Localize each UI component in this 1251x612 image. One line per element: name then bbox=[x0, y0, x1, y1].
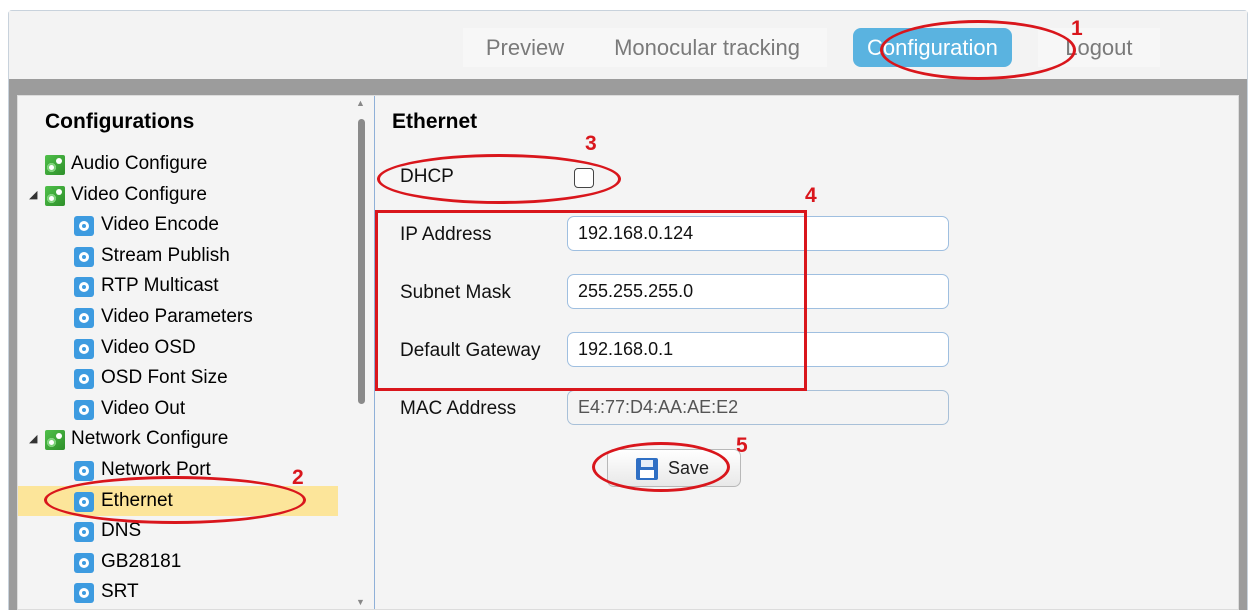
floppy-disk-icon bbox=[636, 458, 658, 480]
mac-address-input bbox=[567, 390, 949, 425]
tree-item-audio-configure[interactable]: Audio Configure bbox=[18, 149, 338, 180]
tree-item-label: GB28181 bbox=[101, 550, 182, 572]
config-sidebar: Configurations Audio Configure ◢ Video C… bbox=[18, 96, 375, 609]
page-title: Ethernet bbox=[392, 110, 478, 133]
gear-icon bbox=[74, 307, 94, 328]
tree-item-network-configure[interactable]: ◢ Network Configure bbox=[18, 424, 338, 455]
tree-item-label: Stream Publish bbox=[101, 244, 230, 266]
tree-item-label: Video Parameters bbox=[101, 305, 253, 327]
tree-item-video-out[interactable]: Video Out bbox=[18, 394, 338, 425]
subnet-mask-input[interactable] bbox=[567, 274, 949, 309]
tree-item-label: Video Encode bbox=[101, 214, 219, 236]
tree-item-label: Network Port bbox=[101, 458, 211, 480]
nav-logout[interactable]: Logout bbox=[1037, 28, 1160, 67]
subnet-mask-label: Subnet Mask bbox=[400, 282, 511, 303]
tree-item-video-configure[interactable]: ◢ Video Configure bbox=[18, 180, 338, 211]
gear-icon bbox=[74, 277, 94, 298]
tree-item-osd-font-size[interactable]: OSD Font Size bbox=[18, 363, 338, 394]
ip-address-label: IP Address bbox=[400, 224, 492, 245]
dhcp-label: DHCP bbox=[400, 166, 454, 187]
content-panel: Configurations Audio Configure ◢ Video C… bbox=[17, 95, 1239, 610]
save-button[interactable]: Save bbox=[607, 449, 741, 487]
default-gateway-input[interactable] bbox=[567, 332, 949, 367]
gear-icon bbox=[74, 369, 94, 390]
tree-item-rtp-multicast[interactable]: RTP Multicast bbox=[18, 271, 338, 302]
mac-address-label: MAC Address bbox=[400, 398, 517, 419]
tree-item-label: Ethernet bbox=[101, 489, 173, 511]
content-frame: Configurations Audio Configure ◢ Video C… bbox=[9, 79, 1247, 610]
tree-item-video-osd[interactable]: Video OSD bbox=[18, 333, 338, 364]
tree-item-ethernet[interactable]: Ethernet bbox=[18, 485, 338, 517]
gear-icon bbox=[74, 583, 94, 604]
tree-item-label: Video Configure bbox=[71, 183, 207, 205]
tree-item-label: RTP Multicast bbox=[101, 275, 219, 297]
expand-triangle-icon[interactable]: ◢ bbox=[29, 424, 37, 455]
tree-item-video-encode[interactable]: Video Encode bbox=[18, 210, 338, 241]
annotation-number: 1 bbox=[1071, 17, 1083, 40]
nav-configuration[interactable]: Configuration bbox=[853, 28, 1012, 67]
config-tree: Audio Configure ◢ Video Configure Video … bbox=[18, 149, 338, 608]
sidebar-scrollbar[interactable]: ▲ ▼ bbox=[354, 96, 368, 609]
gears-icon bbox=[45, 155, 65, 175]
tree-item-dns[interactable]: DNS bbox=[18, 516, 338, 547]
gears-icon bbox=[45, 430, 65, 451]
tree-item-srt[interactable]: SRT bbox=[18, 577, 338, 608]
scroll-thumb[interactable] bbox=[358, 119, 365, 404]
ip-address-input[interactable] bbox=[567, 216, 949, 251]
app-window: Preview Monocular tracking Configuration… bbox=[8, 10, 1248, 610]
tree-item-label: Video OSD bbox=[101, 336, 196, 358]
gear-icon bbox=[74, 338, 94, 359]
gears-icon bbox=[45, 185, 65, 206]
annotation-number: 3 bbox=[585, 132, 597, 155]
gear-icon bbox=[74, 216, 94, 237]
sidebar-title: Configurations bbox=[45, 110, 195, 133]
annotation-number: 5 bbox=[736, 434, 748, 457]
tree-item-label: OSD Font Size bbox=[101, 367, 228, 389]
ethernet-settings-panel: Ethernet DHCP IP Address Subnet Mask Def… bbox=[375, 96, 1238, 609]
expand-triangle-icon[interactable]: ◢ bbox=[29, 180, 37, 211]
tree-item-video-parameters[interactable]: Video Parameters bbox=[18, 302, 338, 333]
tree-item-label: Video Out bbox=[101, 397, 186, 419]
tree-item-gb28181[interactable]: GB28181 bbox=[18, 547, 338, 578]
default-gateway-label: Default Gateway bbox=[400, 340, 541, 361]
scroll-down-arrow-icon[interactable]: ▼ bbox=[356, 597, 365, 607]
gear-icon bbox=[74, 460, 94, 481]
annotation-number: 2 bbox=[292, 466, 304, 489]
tree-item-network-port[interactable]: Network Port bbox=[18, 455, 338, 486]
nav-preview[interactable]: Preview bbox=[463, 28, 587, 67]
gear-icon bbox=[74, 522, 94, 543]
tree-item-label: DNS bbox=[101, 520, 142, 542]
annotation-number: 4 bbox=[805, 184, 817, 207]
tree-item-label: SRT bbox=[101, 581, 139, 603]
tree-item-stream-publish[interactable]: Stream Publish bbox=[18, 241, 338, 272]
gear-icon bbox=[74, 491, 94, 512]
top-header: Preview Monocular tracking Configuration… bbox=[9, 11, 1247, 79]
scroll-up-arrow-icon[interactable]: ▲ bbox=[356, 98, 365, 108]
save-button-label: Save bbox=[668, 458, 710, 478]
gear-icon bbox=[74, 399, 94, 420]
dhcp-checkbox[interactable] bbox=[574, 168, 594, 188]
top-nav: Preview Monocular tracking Configuration… bbox=[463, 28, 1160, 67]
gear-icon bbox=[74, 246, 94, 267]
nav-monocular-tracking[interactable]: Monocular tracking bbox=[587, 28, 827, 67]
gear-icon bbox=[74, 552, 94, 573]
tree-item-label: Network Configure bbox=[71, 428, 229, 450]
tree-item-label: Audio Configure bbox=[71, 153, 208, 174]
